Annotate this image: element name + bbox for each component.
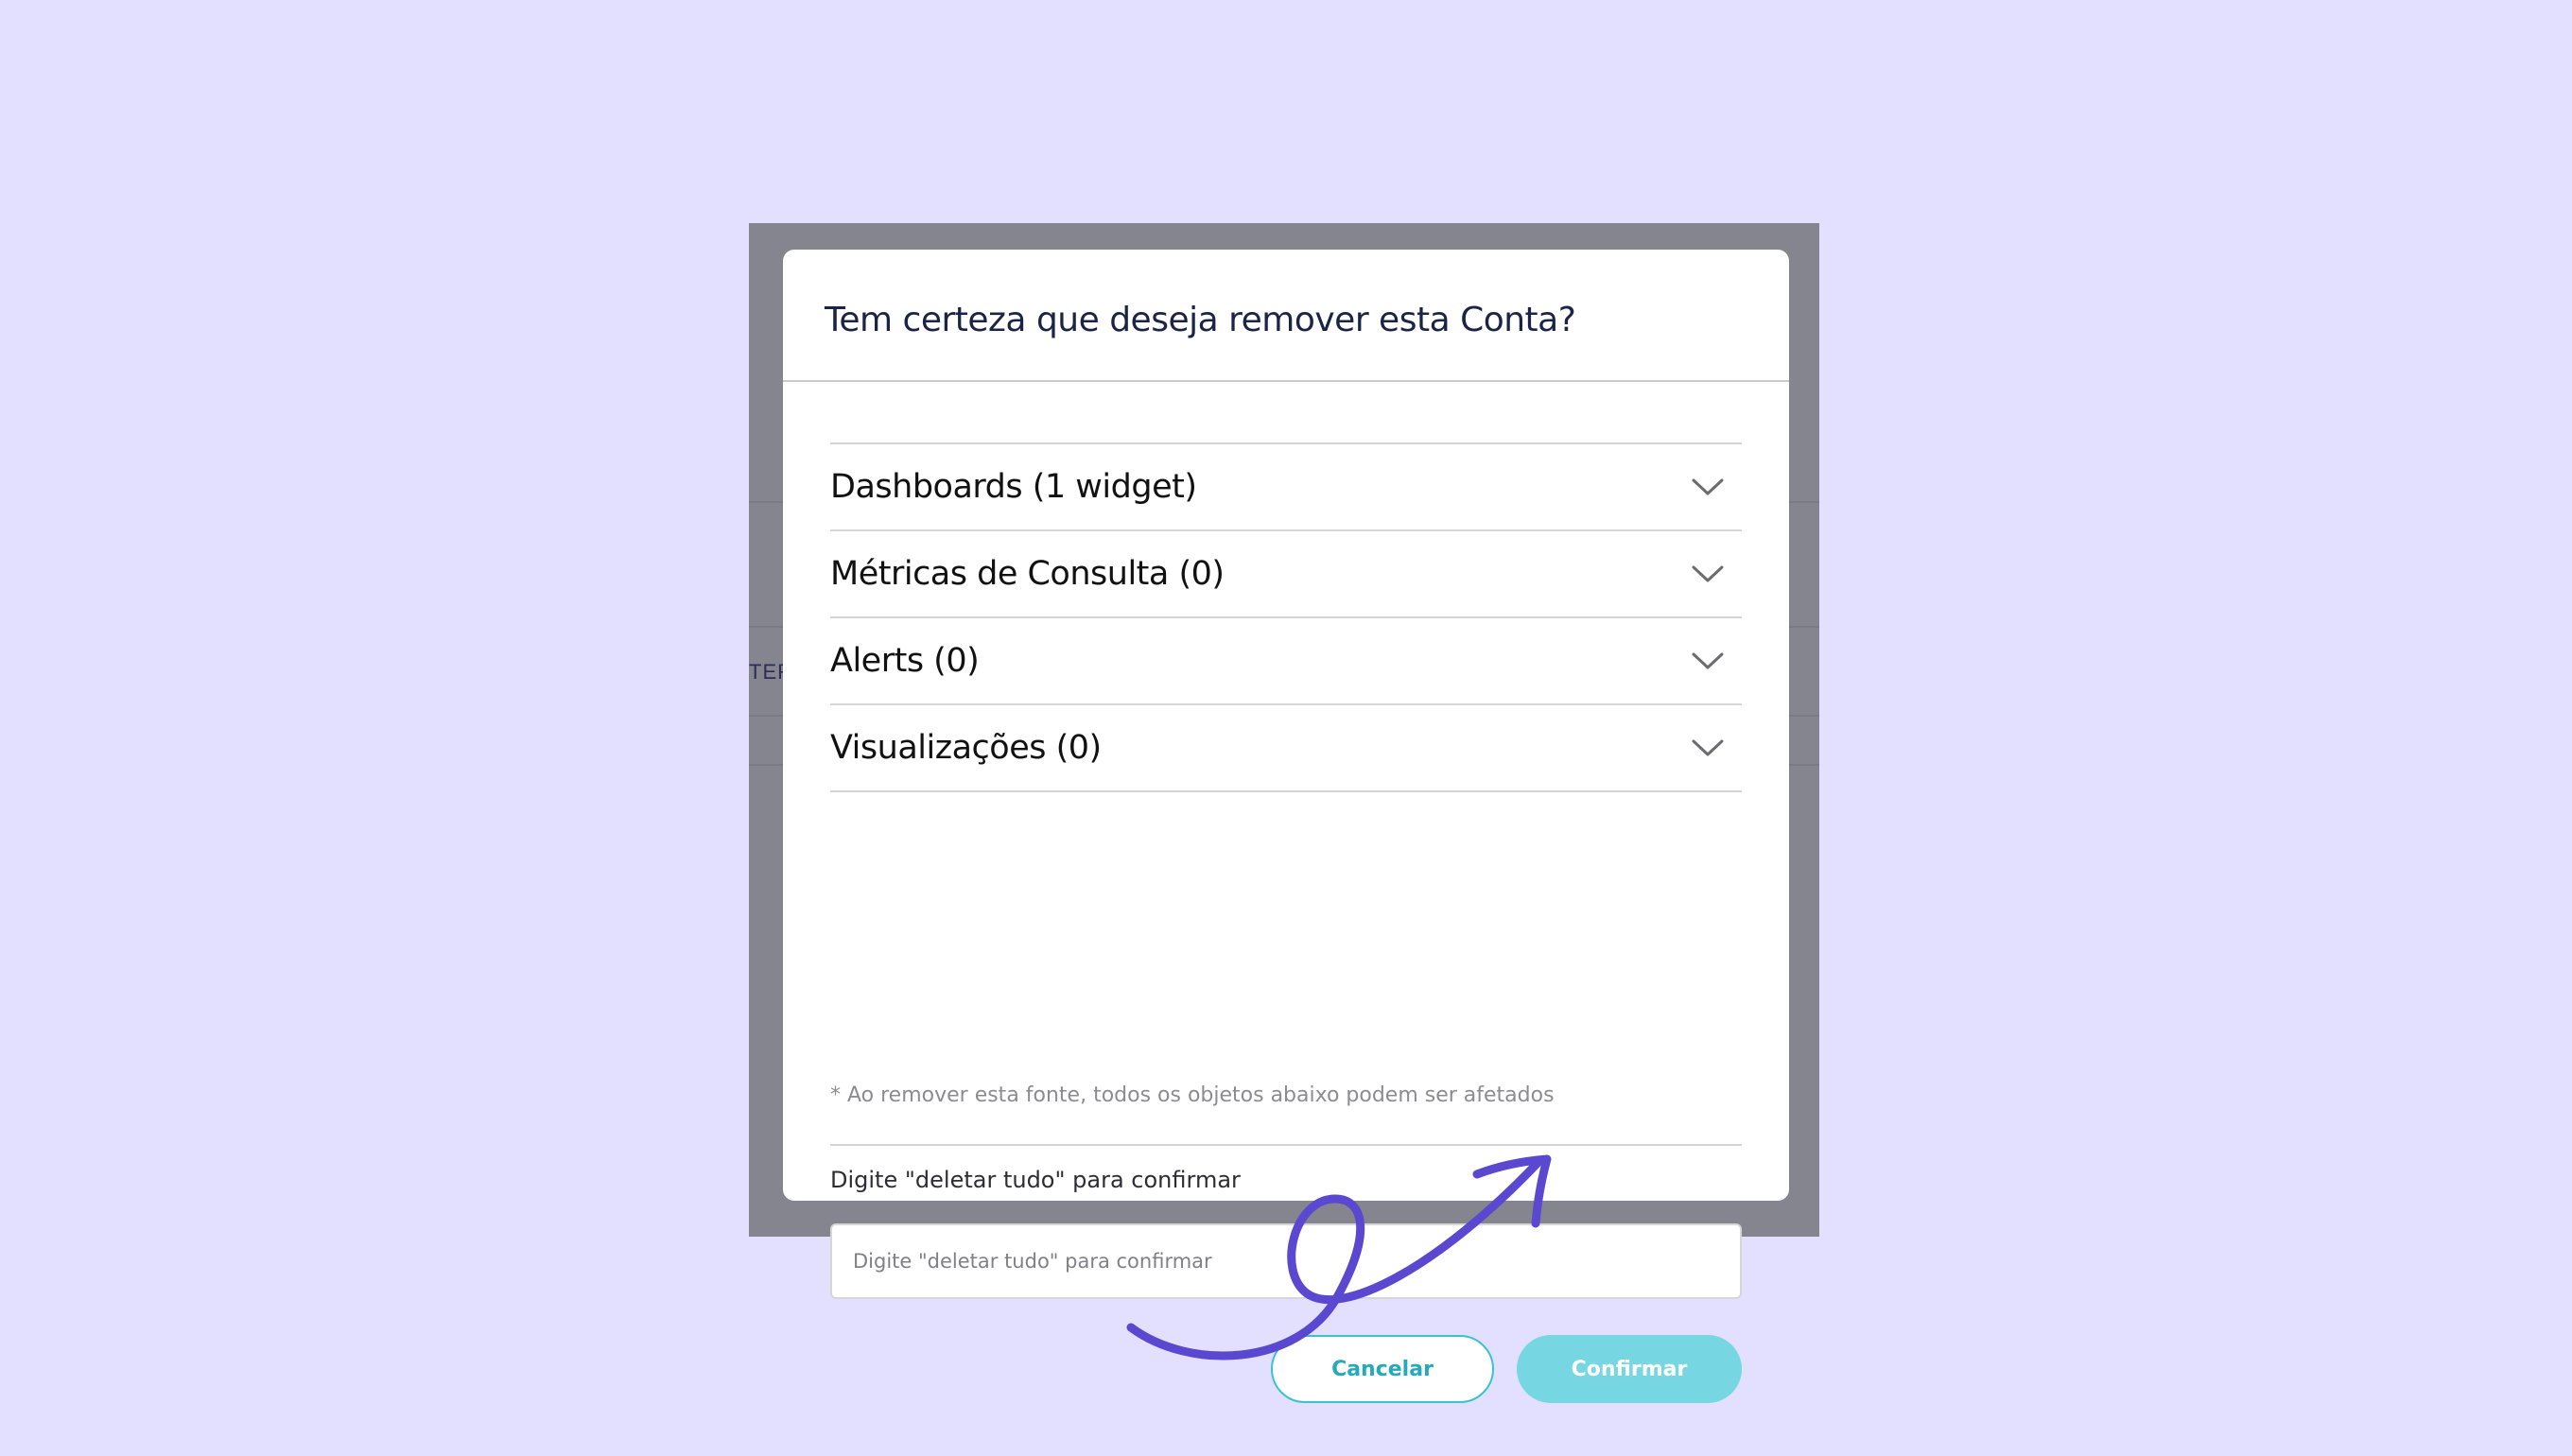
confirm-field-label: Digite "deletar tudo" para confirmar [830,1167,1241,1193]
confirm-delete-dialog: Tem certeza que deseja remover esta Cont… [783,250,1789,1403]
accordion-item-metricas[interactable]: Métricas de Consulta (0) [830,531,1742,618]
cancel-button[interactable]: Cancelar [1271,1335,1494,1403]
chevron-down-icon[interactable] [1691,737,1725,759]
warning-note: * Ao remover esta fonte, todos os objeto… [830,1080,1742,1146]
affected-objects-accordion: Dashboards (1 widget) Métricas de Consul… [830,442,1742,792]
warning-note-text: * Ao remover esta fonte, todos os objeto… [830,1083,1555,1107]
page: TER Tem certeza que deseja remover esta … [0,0,2572,1456]
chevron-down-icon[interactable] [1691,563,1725,585]
accordion-item-alerts[interactable]: Alerts (0) [830,618,1742,705]
confirm-text-input[interactable] [830,1223,1742,1299]
chevron-down-icon[interactable] [1691,476,1725,498]
dialog-title: Tem certeza que deseja remover esta Cont… [825,300,1576,339]
accordion-item-label: Alerts (0) [830,642,980,680]
chevron-down-icon[interactable] [1691,650,1725,672]
accordion-item-label: Dashboards (1 widget) [830,468,1197,506]
accordion-item-label: Métricas de Consulta (0) [830,555,1225,593]
dialog-header: Tem certeza que deseja remover esta Cont… [783,250,1789,382]
confirm-button[interactable]: Confirmar [1517,1335,1742,1403]
accordion-item-visualizacoes[interactable]: Visualizações (0) [830,705,1742,792]
accordion-item-dashboards[interactable]: Dashboards (1 widget) [830,444,1742,531]
accordion-item-label: Visualizações (0) [830,729,1102,767]
